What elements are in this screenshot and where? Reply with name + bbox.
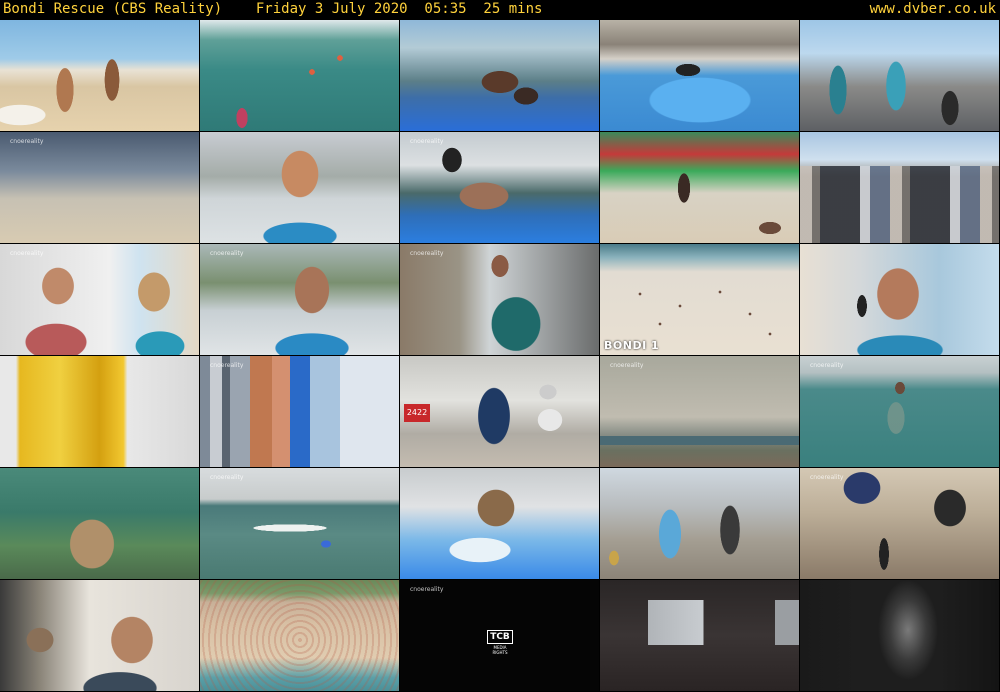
thumbnail-3 bbox=[400, 20, 600, 132]
thumbnail-25: cnoereality bbox=[800, 468, 1000, 580]
thumbnail-1 bbox=[0, 20, 200, 132]
thumbnail-19: cnoereality bbox=[600, 356, 800, 468]
thumbnail-15 bbox=[800, 244, 1000, 356]
thumbnail-22: cnoereality bbox=[200, 468, 400, 580]
thumbnail-21 bbox=[0, 468, 200, 580]
thumbnail-5 bbox=[800, 20, 1000, 132]
thumbnail-10 bbox=[800, 132, 1000, 244]
thumbnail-11: cnoereality bbox=[0, 244, 200, 356]
thumbnail-18: 2422 bbox=[400, 356, 600, 468]
site-link[interactable]: www.dvber.co.uk bbox=[870, 0, 996, 19]
logo-subtext: MEDIA RIGHTS bbox=[492, 645, 508, 655]
thumbnail-7 bbox=[200, 132, 400, 244]
thumbnail-grid: cnoereality cnoereality cnoereality cnoe… bbox=[0, 20, 1000, 692]
thumbnail-caption: BONDI 1 bbox=[604, 339, 660, 352]
thumbnail-30 bbox=[800, 580, 1000, 692]
thumbnail-26 bbox=[0, 580, 200, 692]
thumbnail-28: cnoereality TCB MEDIA RIGHTS bbox=[400, 580, 600, 692]
programme-title: Bondi Rescue (CBS Reality) Friday 3 July… bbox=[3, 1, 543, 17]
thumbnail-20: cnoereality bbox=[800, 356, 1000, 468]
header-bar: Bondi Rescue (CBS Reality) Friday 3 July… bbox=[0, 0, 1000, 20]
thumbnail-2 bbox=[200, 20, 400, 132]
tcb-logo: TCB MEDIA RIGHTS bbox=[486, 624, 514, 655]
thumbnail-12: cnoereality bbox=[200, 244, 400, 356]
thumbnail-9 bbox=[600, 132, 800, 244]
sign-number: 2422 bbox=[404, 404, 430, 422]
thumbnail-8: cnoereality bbox=[400, 132, 600, 244]
thumbnail-4 bbox=[600, 20, 800, 132]
logo-text: TCB bbox=[487, 630, 513, 644]
thumbnail-24 bbox=[600, 468, 800, 580]
thumbnail-16 bbox=[0, 356, 200, 468]
thumbnail-23 bbox=[400, 468, 600, 580]
thumbnail-6: cnoereality bbox=[0, 132, 200, 244]
thumbnail-17: cnoereality bbox=[200, 356, 400, 468]
thumbnail-29 bbox=[600, 580, 800, 692]
thumbnail-27 bbox=[200, 580, 400, 692]
thumbnail-14: BONDI 1 bbox=[600, 244, 800, 356]
thumbnail-13: cnoereality bbox=[400, 244, 600, 356]
